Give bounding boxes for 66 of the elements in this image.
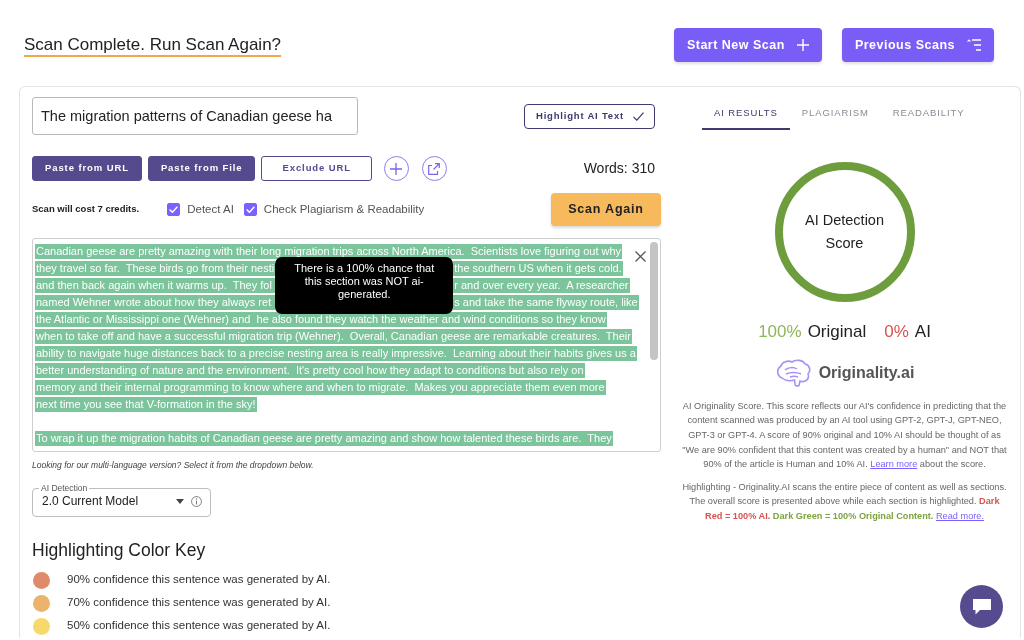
- close-icon[interactable]: [635, 251, 646, 262]
- brain-icon: [774, 358, 811, 387]
- title-field[interactable]: The migration patterns of Canadian geese ha: [32, 97, 358, 135]
- highlighted-text: Canadian geese are pretty amazing with their long migration trips across North America. Scientists love figuring out why: [35, 244, 623, 259]
- plus-icon: [390, 162, 403, 175]
- checkbox-label: Check Plagiarism & Readability: [263, 201, 425, 217]
- ai-percent: 0%: [884, 321, 909, 344]
- add-button[interactable]: [384, 156, 409, 181]
- score-explanation: AI Originality Score. This score reflects our AI's confidence in predicting that the content scanned was produced by an AI tool using GPT-2, GPT-J, GPT-NEO, GPT-3 or GPT-4. A score of 90% original and 10% AI should be thought of as "We are 90% confident that this content was created by a human" and NOT that 90% of the article is Human and 10% AI. Learn more about the score.: [681, 399, 1008, 472]
- page-title: Scan Complete. Run Scan Again?: [24, 34, 282, 57]
- paste-button[interactable]: Paste from URL: [32, 156, 142, 181]
- original-percent: 100%: [758, 321, 802, 344]
- results-tab[interactable]: PLAGIARISM: [789, 97, 881, 131]
- original-label: Original: [807, 321, 867, 344]
- arrow-box-icon: [428, 162, 441, 175]
- highlighted-text: next time you see that V-formation in the sky!: [35, 397, 257, 412]
- checkbox-label: Detect AI: [187, 201, 234, 217]
- more-link[interactable]: Read more.: [936, 510, 984, 521]
- highlighted-text: and then back again when it warms up. They fol: [35, 278, 276, 293]
- info-icon[interactable]: [191, 495, 202, 507]
- highlighted-text: better understanding of nature and the environment. It's pretty cool how they adapt to conditions but also rely on: [35, 363, 585, 378]
- color-key-text: 50% confidence this sentence was generated by AI.: [67, 618, 331, 634]
- exclude-url-button[interactable]: Exclude URL: [261, 156, 372, 181]
- highlighted-text: memory and their internal programming to know where and when to migrate. Makes you appreciate them even more: [35, 380, 606, 395]
- multi-language-note: Looking for our multi-language version? Select it from the dropdown below.: [32, 459, 315, 472]
- check-icon: [633, 111, 644, 121]
- tooltip: There is a 100% chance that this section was NOT ai-generated.: [275, 257, 454, 314]
- chat-button[interactable]: [960, 585, 1003, 628]
- check-icon: [169, 206, 179, 213]
- chat-icon: [971, 598, 992, 615]
- highlighted-text: s and take the same flyway route, like: [453, 295, 639, 310]
- text-area[interactable]: [32, 238, 661, 452]
- highlighted-text: they travel so far. These birds go from their nesti: [35, 261, 276, 276]
- plus-icon: [796, 39, 809, 51]
- list-icon: [967, 39, 981, 51]
- color-key-heading: Highlighting Color Key: [32, 539, 207, 563]
- results-tab[interactable]: READABILITY: [880, 97, 977, 131]
- highlighted-text: when to take off and have a successful migration trip (Wehner). Overall, Canadian geese are remarkable creatures. Their: [35, 329, 632, 344]
- previous-scans-button[interactable]: Previous Scans: [841, 28, 994, 62]
- color-key-text: 70% confidence this sentence was generated by AI.: [67, 595, 331, 611]
- highlighted-text: named Wehner wrote about how they always ret: [35, 295, 276, 310]
- model-select[interactable]: AI Detection 2.0 Current Model: [32, 483, 211, 518]
- highlighting-explanation: Highlighting - Originality.AI scans the entire piece of content as well as sections. The overall score is presented above while each section is highlighted. Dark Red = 100% AI. Dark Green = 100% Original Content. Read more.: [681, 480, 1008, 523]
- ai-label: AI: [914, 321, 931, 344]
- option-checkbox[interactable]: [167, 203, 181, 216]
- highlighted-text: the southern US when it gets cold.: [453, 261, 623, 276]
- paste-button[interactable]: Paste from File: [147, 156, 256, 181]
- score-title: AI Detection Score: [804, 211, 885, 254]
- results-tab[interactable]: AI RESULTS: [702, 97, 790, 131]
- check-icon: [245, 206, 255, 213]
- highlighted-text: ability to navigate huge distances back to a precise nesting area is really impressive. Learning about their habits gives us a: [35, 346, 637, 361]
- scan-again-button[interactable]: Scan Again: [551, 193, 661, 226]
- caret-icon: [176, 498, 184, 504]
- highlight-ai-toggle[interactable]: Highlight AI Text: [524, 103, 655, 129]
- scrollbar-thumb[interactable]: [650, 242, 658, 360]
- highlighted-text: r and over every year. A researcher: [453, 278, 630, 293]
- cost-note: Scan will cost 7 credits.: [32, 202, 140, 217]
- highlighted-text: the Atlantic or Mississippi one (Wehner) and he also found they watch the weather and wind conditions so they know: [35, 312, 607, 327]
- more-link[interactable]: Learn more: [870, 459, 918, 470]
- option-checkbox[interactable]: [243, 203, 257, 216]
- export-button[interactable]: [422, 156, 447, 181]
- color-key-text: 90% confidence this sentence was generated by AI.: [67, 572, 331, 588]
- highlighted-text: To wrap it up the migration habits of Canadian geese are pretty amazing and show how talented these birds are. They: [35, 431, 613, 446]
- word-count: Words: 310: [583, 159, 655, 178]
- brand-name: Originality.ai: [818, 362, 915, 383]
- new-scan-button[interactable]: Start New Scan: [673, 28, 822, 62]
